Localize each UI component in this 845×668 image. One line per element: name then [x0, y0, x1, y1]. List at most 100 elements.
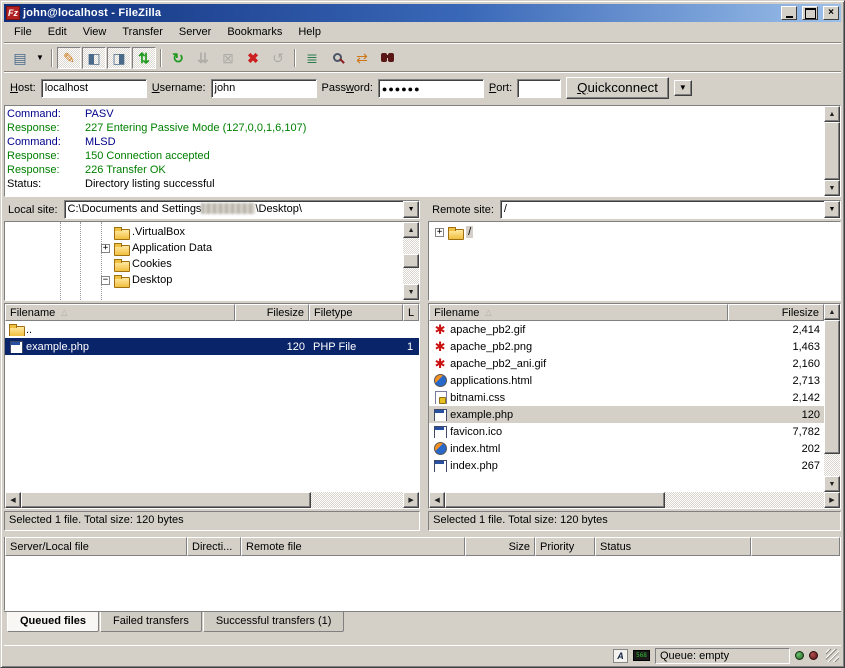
column-size[interactable]: Size: [465, 537, 535, 556]
file-icon: [433, 374, 447, 387]
toggle-queue-view-button[interactable]: ⇅: [132, 47, 156, 69]
column-filename[interactable]: Filename△: [429, 304, 728, 321]
file-row[interactable]: bitnami.css 2,142: [429, 389, 824, 406]
log-scrollbar[interactable]: ▲ ▼: [824, 106, 840, 196]
file-row[interactable]: apache_pb2_ani.gif 2,160: [429, 355, 824, 372]
column-remote-file[interactable]: Remote file: [241, 537, 465, 556]
toggle-remote-tree-button[interactable]: ◨: [107, 47, 131, 69]
tab-queued-files[interactable]: Queued files: [7, 612, 99, 632]
file-row[interactable]: apache_pb2.gif 2,414: [429, 321, 824, 338]
tree-item[interactable]: .VirtualBox: [5, 224, 403, 240]
scrollbar-thumb[interactable]: [824, 320, 840, 454]
menu-bookmarks[interactable]: Bookmarks: [219, 24, 290, 40]
disconnect-button[interactable]: ✖: [241, 47, 265, 69]
port-input[interactable]: [517, 79, 561, 98]
reconnect-button[interactable]: ↺: [266, 47, 290, 69]
scrollbar-thumb[interactable]: [403, 254, 419, 268]
file-row[interactable]: favicon.ico 7,782: [429, 423, 824, 440]
scroll-down-icon[interactable]: ▼: [824, 476, 840, 492]
toggle-local-tree-button[interactable]: ◧: [82, 47, 106, 69]
pane-splitter[interactable]: [420, 199, 428, 531]
process-queue-button[interactable]: ⇊: [191, 47, 215, 69]
menu-server[interactable]: Server: [171, 24, 219, 40]
menu-view[interactable]: View: [75, 24, 115, 40]
scroll-up-icon[interactable]: ▲: [403, 222, 419, 238]
file-icon: [433, 408, 447, 421]
column-direction[interactable]: Directi...: [187, 537, 241, 556]
local-tree-scrollbar[interactable]: ▲ ▼: [403, 222, 419, 300]
column-filesize[interactable]: Filesize: [728, 304, 824, 321]
column-filetype[interactable]: Filetype: [309, 304, 403, 321]
cancel-operation-button[interactable]: ⊠: [216, 47, 240, 69]
menu-edit[interactable]: Edit: [40, 24, 75, 40]
column-filename[interactable]: Filename△: [5, 304, 235, 321]
maximize-icon[interactable]: [802, 6, 818, 20]
file-row[interactable]: index.html 202: [429, 440, 824, 457]
scroll-down-icon[interactable]: ▼: [403, 284, 419, 300]
scrollbar-thumb[interactable]: [21, 492, 311, 508]
file-row[interactable]: index.php 267: [429, 457, 824, 474]
file-row[interactable]: apache_pb2.png 1,463: [429, 338, 824, 355]
tree-expander-icon[interactable]: −: [101, 276, 110, 285]
column-priority[interactable]: Priority: [535, 537, 595, 556]
tab-successful-transfers[interactable]: Successful transfers (1): [203, 612, 345, 632]
toolbar-separator: [294, 49, 296, 67]
tab-failed-transfers[interactable]: Failed transfers: [100, 612, 202, 632]
queue-list[interactable]: [4, 556, 841, 611]
scrollbar-thumb[interactable]: [824, 122, 840, 180]
column-filesize[interactable]: Filesize: [235, 304, 309, 321]
tree-item[interactable]: − Desktop: [5, 272, 403, 288]
transfer-type-ascii-icon[interactable]: A: [613, 649, 628, 663]
menu-transfer[interactable]: Transfer: [114, 24, 171, 40]
chevron-down-icon[interactable]: ▼: [403, 201, 419, 218]
tree-expander-icon[interactable]: +: [101, 244, 110, 253]
quickconnect-dropdown-button[interactable]: ▼: [674, 80, 692, 96]
scroll-left-icon[interactable]: ◀: [429, 492, 445, 508]
toggle-log-view-button[interactable]: ✎: [57, 47, 81, 69]
close-icon[interactable]: ×: [823, 6, 839, 20]
column-modified[interactable]: L: [403, 304, 419, 321]
remote-site-combo[interactable]: / ▼: [500, 200, 841, 219]
refresh-button[interactable]: ↻: [166, 47, 190, 69]
scroll-left-icon[interactable]: ◀: [5, 492, 21, 508]
tree-item[interactable]: + Application Data: [5, 240, 403, 256]
tree-expander-icon[interactable]: +: [435, 228, 444, 237]
toggle-log-view-icon: ✎: [63, 51, 75, 65]
menu-help[interactable]: Help: [290, 24, 329, 40]
scroll-up-icon[interactable]: ▲: [824, 304, 840, 320]
file-row[interactable]: example.php 120 PHP File 1: [5, 338, 419, 355]
local-site-combo[interactable]: C:\Documents and Settings\Desktop\ ▼: [64, 200, 421, 219]
minimize-icon[interactable]: [781, 6, 797, 20]
find-files-button[interactable]: [375, 47, 399, 69]
file-icon: [433, 323, 447, 336]
site-manager-button[interactable]: ▤: [8, 47, 32, 69]
file-row[interactable]: ..: [5, 321, 419, 338]
remote-list-hscrollbar[interactable]: ◀ ▶: [429, 492, 840, 508]
scrollbar-thumb[interactable]: [445, 492, 665, 508]
scroll-down-icon[interactable]: ▼: [824, 180, 840, 196]
host-label: Host:: [10, 82, 36, 94]
menu-file[interactable]: File: [6, 24, 40, 40]
speed-limit-icon[interactable]: 568: [633, 650, 650, 661]
local-list-hscrollbar[interactable]: ◀ ▶: [5, 492, 419, 508]
password-input[interactable]: ●●●●●●: [378, 79, 484, 98]
username-input[interactable]: john: [211, 79, 317, 98]
tree-item[interactable]: Cookies: [5, 256, 403, 272]
sync-browsing-button[interactable]: ⇄: [350, 47, 374, 69]
resize-grip[interactable]: [826, 649, 839, 662]
remote-list-scrollbar[interactable]: ▲ ▼: [824, 304, 840, 492]
column-server-local-file[interactable]: Server/Local file: [5, 537, 187, 556]
quickconnect-button[interactable]: Quickconnect: [566, 77, 669, 99]
site-manager-dropdown-button[interactable]: ▼: [33, 47, 47, 69]
scroll-right-icon[interactable]: ▶: [403, 492, 419, 508]
column-status[interactable]: Status: [595, 537, 751, 556]
file-row[interactable]: applications.html 2,713: [429, 372, 824, 389]
file-row[interactable]: example.php 120: [429, 406, 824, 423]
host-input[interactable]: localhost: [41, 79, 147, 98]
compare-button[interactable]: [325, 47, 349, 69]
scroll-up-icon[interactable]: ▲: [824, 106, 840, 122]
chevron-down-icon[interactable]: ▼: [824, 201, 840, 218]
scroll-right-icon[interactable]: ▶: [824, 492, 840, 508]
filter-button[interactable]: ≣: [300, 47, 324, 69]
tree-item[interactable]: + /: [429, 224, 840, 240]
